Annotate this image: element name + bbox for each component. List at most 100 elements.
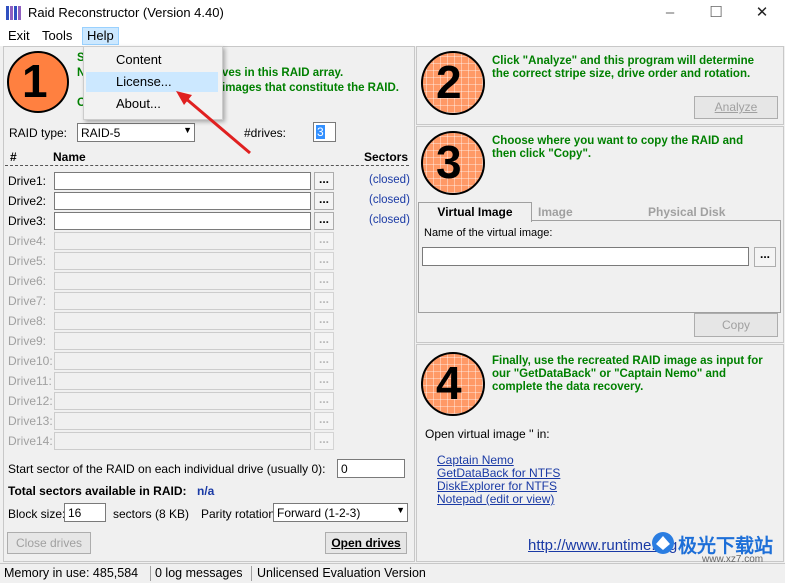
drive-path-input[interactable] — [54, 252, 311, 270]
virtual-image-name-label: Name of the virtual image: — [424, 227, 553, 239]
browse-drive-button[interactable]: ... — [314, 212, 334, 230]
browse-drive-button[interactable]: ... — [314, 192, 334, 210]
start-sector-value: 0 — [341, 462, 348, 476]
browse-drive-button[interactable]: ... — [314, 432, 334, 450]
chevron-down-icon: ▼ — [396, 505, 405, 515]
drive-label: Drive5: — [8, 254, 47, 268]
browse-drive-button[interactable]: ... — [314, 392, 334, 410]
step2-number: 2 — [436, 56, 462, 108]
browse-drive-button[interactable]: ... — [314, 352, 334, 370]
block-size-value: 16 — [68, 506, 82, 520]
browse-drive-button[interactable]: ... — [314, 412, 334, 430]
menu-bar: Exit Tools Help — [0, 26, 785, 46]
step1-text-1-end: ves in this RAID array. — [222, 67, 344, 79]
raid-type-value: RAID-5 — [81, 126, 121, 140]
drive-label: Drive9: — [8, 334, 47, 348]
browse-drive-button[interactable]: ... — [314, 372, 334, 390]
minimize-button[interactable]: – — [647, 0, 693, 26]
menu-tools[interactable]: Tools — [38, 28, 76, 44]
step3-text: Choose where you want to copy the RAID a… — [492, 135, 744, 160]
step2-text: Click "Analyze" and this program will de… — [492, 55, 755, 80]
menu-item-content[interactable]: Content — [86, 50, 218, 70]
browse-drive-button[interactable]: ... — [314, 252, 334, 270]
drive-label: Drive2: — [8, 194, 47, 208]
drive-path-input[interactable] — [54, 272, 311, 290]
col-sectors-header: Sectors — [364, 150, 409, 164]
drive-label: Drive8: — [8, 314, 47, 328]
start-sector-label: Start sector of the RAID on each individ… — [8, 462, 326, 476]
watermark-logo-icon — [652, 532, 674, 554]
drive-path-input[interactable] — [54, 292, 311, 310]
step1-number: 1 — [22, 55, 48, 107]
annotation-arrow-icon — [176, 91, 251, 155]
link-captain-nemo[interactable]: Captain Nemo — [437, 453, 514, 467]
maximize-button[interactable]: ☐ — [693, 0, 739, 26]
browse-image-button[interactable]: ... — [754, 247, 776, 267]
drive-path-input[interactable] — [54, 392, 311, 410]
status-bar: Memory in use: 485,584 0 log messages Un… — [0, 563, 785, 583]
drive-path-input[interactable] — [54, 312, 311, 330]
link-getdataback-ntfs[interactable]: GetDataBack for NTFS — [437, 466, 560, 480]
drive-label: Drive4: — [8, 234, 47, 248]
block-size-unit: sectors (8 KB) — [113, 507, 190, 521]
start-sector-input[interactable]: 0 — [337, 459, 405, 478]
drives-count-input[interactable]: 3 — [313, 122, 336, 142]
step4-text: Finally, use the recreated RAID image as… — [492, 355, 763, 393]
drive-path-input[interactable] — [54, 412, 311, 430]
parity-rotation-select[interactable]: Forward (1-2-3) ▼ — [273, 503, 408, 522]
virtual-image-name-input[interactable] — [422, 247, 749, 266]
title-bar: Raid Reconstructor (Version 4.40) – ☐ ✕ — [0, 0, 785, 26]
col-name-header: Name — [53, 150, 86, 164]
link-diskexplorer-ntfs[interactable]: DiskExplorer for NTFS — [437, 479, 557, 493]
close-window-button[interactable]: ✕ — [739, 0, 785, 26]
browse-drive-button[interactable]: ... — [314, 272, 334, 290]
drives-count-value: 3 — [316, 125, 325, 139]
step3-number: 3 — [436, 136, 462, 188]
drive-path-input[interactable] — [54, 332, 311, 350]
copy-button[interactable]: Copy — [694, 313, 778, 337]
raid-type-label: RAID type: — [9, 126, 68, 140]
tab-image[interactable]: Image — [538, 205, 573, 219]
header-divider — [5, 165, 409, 166]
browse-drive-button[interactable]: ... — [314, 232, 334, 250]
tab-virtual-image[interactable]: Virtual Image — [418, 202, 532, 222]
drive-path-input[interactable] — [54, 212, 311, 230]
drive-path-input[interactable] — [54, 372, 311, 390]
menu-help[interactable]: Help — [82, 27, 119, 45]
open-virtual-image-label: Open virtual image '' in: — [425, 427, 550, 441]
drive-path-input[interactable] — [54, 432, 311, 450]
drive-label: Drive12: — [8, 394, 53, 408]
drive-label: Drive6: — [8, 274, 47, 288]
browse-drive-button[interactable]: ... — [314, 332, 334, 350]
status-license: Unlicensed Evaluation Version — [257, 566, 426, 580]
drive-path-input[interactable] — [54, 172, 311, 190]
menu-exit[interactable]: Exit — [4, 28, 34, 44]
drive-status: (closed) — [369, 194, 410, 206]
browse-drive-button[interactable]: ... — [314, 172, 334, 190]
drive-label: Drive7: — [8, 294, 47, 308]
drive-status: (closed) — [369, 174, 410, 186]
status-log: 0 log messages — [151, 566, 252, 581]
drive-status: (closed) — [369, 214, 410, 226]
analyze-button[interactable]: Analyze — [694, 96, 778, 119]
drive-label: Drive1: — [8, 174, 47, 188]
drive-label: Drive13: — [8, 414, 53, 428]
step4-number: 4 — [436, 357, 462, 409]
drive-label: Drive3: — [8, 214, 47, 228]
tab-physical-disk[interactable]: Physical Disk — [648, 205, 725, 219]
open-drives-button[interactable]: Open drives — [325, 532, 407, 554]
link-notepad[interactable]: Notepad (edit or view) — [437, 492, 554, 506]
block-size-input[interactable]: 16 — [64, 503, 106, 522]
drive-path-input[interactable] — [54, 192, 311, 210]
drive-label: Drive14: — [8, 434, 53, 448]
drive-label: Drive11: — [8, 374, 52, 388]
close-drives-button[interactable]: Close drives — [7, 532, 91, 554]
col-number-header: # — [10, 150, 17, 164]
window-title: Raid Reconstructor (Version 4.40) — [28, 5, 224, 20]
app-icon — [6, 6, 21, 20]
browse-drive-button[interactable]: ... — [314, 292, 334, 310]
parity-rotation-label: Parity rotation: — [201, 507, 279, 521]
drive-path-input[interactable] — [54, 232, 311, 250]
browse-drive-button[interactable]: ... — [314, 312, 334, 330]
drive-path-input[interactable] — [54, 352, 311, 370]
